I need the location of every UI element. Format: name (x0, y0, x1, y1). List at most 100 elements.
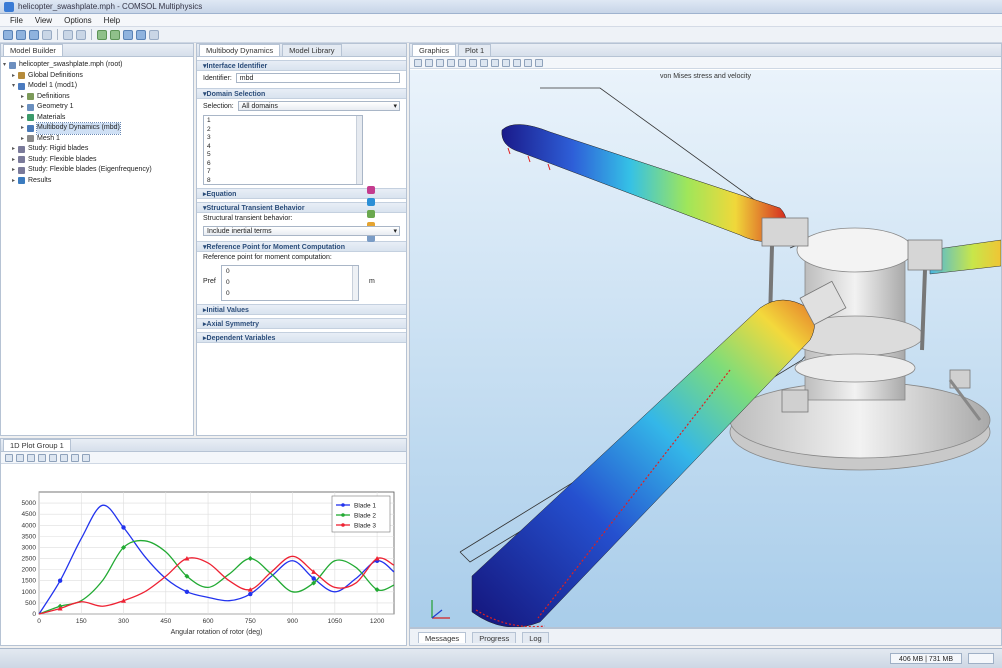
tab-log[interactable]: Log (522, 632, 549, 643)
x-tick-label: 450 (160, 618, 171, 625)
section-axial-symmetry[interactable]: Axial Symmetry (197, 318, 406, 329)
list-item[interactable]: 3 (207, 134, 359, 143)
transparency-icon[interactable] (458, 58, 466, 67)
tree-item[interactable]: ▸ Study: Flexible blades (3, 155, 191, 166)
zoom-in-icon[interactable] (414, 58, 422, 67)
tab-model-library[interactable]: Model Library (282, 44, 342, 56)
y-tick-label: 5000 (22, 500, 37, 507)
section-interface-identifier[interactable]: Interface Identifier (197, 60, 406, 71)
selection-combo[interactable]: All domains (237, 101, 400, 111)
camera-icon[interactable] (82, 453, 90, 462)
main-toolbar (0, 27, 1002, 43)
tree-item-label: Results (28, 176, 52, 184)
list-item[interactable]: 4 (207, 143, 359, 152)
domain-listbox[interactable]: 1 2 3 4 5 6 7 8 (203, 115, 363, 185)
new-file-icon[interactable] (3, 29, 13, 40)
tree-item[interactable]: ▸ Study: Rigid blades (3, 144, 191, 155)
tab-plot-1[interactable]: Plot 1 (458, 44, 492, 56)
listbox-scrollbar[interactable] (356, 116, 362, 184)
refpoint-z[interactable]: 0 (226, 288, 358, 299)
tab-multibody-dynamics[interactable]: Multibody Dynamics (199, 44, 281, 56)
undo-icon[interactable] (63, 29, 73, 40)
mesh-build-icon[interactable] (136, 29, 146, 40)
identifier-field[interactable]: mbd (235, 73, 400, 83)
open-file-icon[interactable] (16, 29, 26, 40)
x-tick-label: 1050 (328, 618, 343, 625)
line-chart[interactable]: 0 150 300 450 600 750 900 1050 1200 0 500 1000 1500 2… (1, 464, 406, 645)
print-icon[interactable] (42, 29, 52, 40)
wireframe-icon[interactable] (502, 58, 510, 67)
zoom-out-icon[interactable] (425, 58, 433, 67)
study-icon[interactable] (110, 29, 120, 40)
select-icon[interactable] (491, 58, 499, 67)
zoom-extents-icon[interactable] (38, 453, 46, 462)
geometry-build-icon[interactable] (123, 29, 133, 40)
tree-item[interactable]: ▾ Model 1 (mod1) (3, 81, 191, 92)
legend-marker (341, 523, 345, 527)
tab-messages[interactable]: Messages (418, 632, 467, 643)
section-dependent-variables[interactable]: Dependent Variables (197, 332, 406, 343)
tree-item[interactable]: ▸ Materials (3, 113, 191, 124)
menu-file[interactable]: File (4, 14, 29, 26)
remove-selection-icon[interactable] (367, 198, 375, 206)
window-title: helicopter_swashplate.mph - COMSOL Multi… (18, 2, 203, 11)
grid-icon[interactable] (513, 58, 521, 67)
tab-model-builder[interactable]: Model Builder (3, 44, 63, 56)
section-domain-selection[interactable]: Domain Selection (197, 88, 406, 99)
zoom-box-icon[interactable] (27, 453, 35, 462)
refpoint-vector[interactable]: 0 0 0 (221, 265, 359, 301)
export-icon[interactable] (71, 453, 79, 462)
grid-icon[interactable] (49, 453, 57, 462)
tab-progress[interactable]: Progress (472, 632, 517, 643)
zoom-in-icon[interactable] (5, 453, 13, 462)
menu-view[interactable]: View (29, 14, 58, 26)
section-initial-values[interactable]: Initial Values (197, 304, 406, 315)
pan-icon[interactable] (480, 58, 488, 67)
legend-marker (341, 513, 345, 517)
list-item[interactable]: 7 (207, 168, 359, 177)
copy-selection-icon[interactable] (367, 210, 375, 218)
refpoint-y[interactable]: 0 (226, 277, 358, 288)
blade-grip (761, 217, 809, 247)
add-selection-icon[interactable] (367, 186, 375, 194)
list-item[interactable]: 1 (207, 117, 359, 126)
data-point (184, 589, 190, 595)
help-icon[interactable] (149, 29, 159, 40)
tree-item[interactable]: ▸ Multibody Dynamics (mbd) (3, 122, 191, 135)
zoom-extents-icon[interactable] (447, 58, 455, 67)
list-item[interactable]: 6 (207, 160, 359, 169)
y-tick-label: 3500 (22, 533, 37, 540)
tree-item[interactable]: ▾ helicopter_swashplate.mph (root) (3, 60, 191, 71)
list-item[interactable]: 5 (207, 151, 359, 160)
plot-toolbar (1, 452, 406, 464)
tree-item[interactable]: ▸ Global Definitions (3, 71, 191, 82)
zoom-box-icon[interactable] (436, 58, 444, 67)
tree-item[interactable]: ▸ Mesh 1 (3, 134, 191, 145)
legend-icon[interactable] (60, 453, 68, 462)
menu-help[interactable]: Help (98, 14, 126, 26)
selection-label: Selection: (203, 102, 234, 110)
graphics-viewport[interactable]: von Mises stress and velocity (410, 70, 1001, 627)
compute-icon[interactable] (97, 29, 107, 40)
menu-options[interactable]: Options (58, 14, 98, 26)
memory-usage: 406 MB | 731 MB (890, 653, 962, 664)
rotate-icon[interactable] (469, 58, 477, 67)
tree-item[interactable]: ▸ Study: Flexible blades (Eigenfrequency) (3, 165, 191, 176)
print-graphics-icon[interactable] (535, 58, 543, 67)
save-icon[interactable] (29, 29, 39, 40)
tree-item[interactable]: ▸ Results (3, 176, 191, 187)
tree-item[interactable]: ▸ Definitions (3, 92, 191, 103)
tab-graphics[interactable]: Graphics (412, 44, 457, 56)
tree-item-label: Global Definitions (28, 71, 83, 79)
redo-icon[interactable] (76, 29, 86, 40)
tab-1d-plot[interactable]: 1D Plot Group 1 (3, 439, 71, 451)
camera-icon[interactable] (524, 58, 532, 67)
tree-item[interactable]: ▸ Geometry 1 (3, 102, 191, 113)
vector-scrollbar[interactable] (352, 266, 358, 300)
list-item[interactable]: 2 (207, 126, 359, 135)
zoom-out-icon[interactable] (16, 453, 24, 462)
y-tick-label: 4500 (22, 511, 37, 518)
list-item[interactable]: 8 (207, 177, 359, 186)
transient-combo[interactable]: Include inertial terms (203, 226, 400, 236)
refpoint-x[interactable]: 0 (226, 266, 358, 277)
